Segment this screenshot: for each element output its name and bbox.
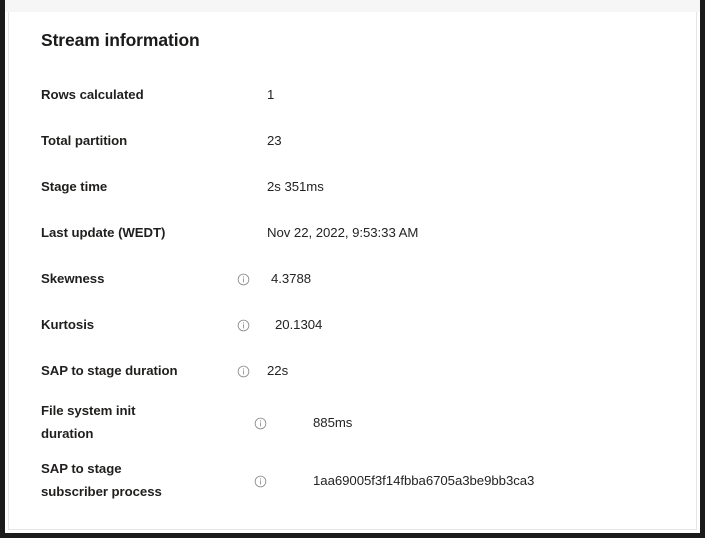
list-item: Skewness 4.3788	[9, 256, 696, 302]
row-icon-slot	[191, 475, 313, 488]
row-value: 20.1304	[275, 316, 323, 332]
list-item: Rows calculated 1	[9, 72, 696, 118]
row-value: 1	[267, 86, 275, 102]
list-item: Stage time 2s 351ms	[9, 164, 696, 210]
row-icon-slot	[237, 273, 267, 286]
info-circle-icon[interactable]	[254, 417, 267, 430]
row-value: 2s 351ms	[267, 178, 324, 194]
row-value: 22s	[267, 362, 289, 378]
row-value: 885ms	[313, 414, 353, 430]
row-label: Stage time	[41, 178, 108, 194]
list-item: Kurtosis 20.1304	[9, 302, 696, 348]
row-label: Last update (WEDT)	[41, 224, 166, 240]
list-item: Last update (WEDT) Nov 22, 2022, 9:53:33…	[9, 210, 696, 256]
list-item: Total partition 23	[9, 118, 696, 164]
row-icon-slot	[237, 319, 267, 332]
row-label: Rows calculated	[41, 86, 144, 102]
row-icon-slot	[191, 417, 313, 430]
list-item: SAP to stage duration 22s	[9, 348, 696, 394]
page-title: Stream information	[41, 30, 200, 50]
list-item: SAP to stage subscriber process 1aa69005…	[9, 452, 696, 510]
stream-information-card: Stream information Rows calculated 1 Tot…	[8, 12, 697, 530]
list-item: File system init duration 885ms	[9, 394, 696, 452]
top-strip	[5, 0, 700, 12]
row-label: SAP to stage duration	[41, 362, 178, 378]
row-value: 1aa69005f3f14fbba6705a3be9bb3ca3	[313, 472, 535, 488]
row-value: Nov 22, 2022, 9:53:33 AM	[267, 224, 419, 240]
screen-frame: Stream information Rows calculated 1 Tot…	[0, 0, 705, 538]
row-icon-slot	[237, 365, 267, 378]
info-circle-icon[interactable]	[237, 365, 250, 378]
row-value: 23	[267, 132, 282, 148]
row-label: Total partition	[41, 132, 128, 148]
info-circle-icon[interactable]	[254, 475, 267, 488]
row-label: SAP to stage subscriber process	[41, 461, 162, 499]
info-circle-icon[interactable]	[237, 273, 250, 286]
row-label: Kurtosis	[41, 316, 95, 332]
info-circle-icon[interactable]	[237, 319, 250, 332]
row-label: Skewness	[41, 270, 105, 286]
row-label: File system init duration	[41, 403, 136, 441]
row-value: 4.3788	[271, 270, 312, 286]
stream-information-list: Rows calculated 1 Total partition 23 Sta…	[9, 72, 696, 510]
